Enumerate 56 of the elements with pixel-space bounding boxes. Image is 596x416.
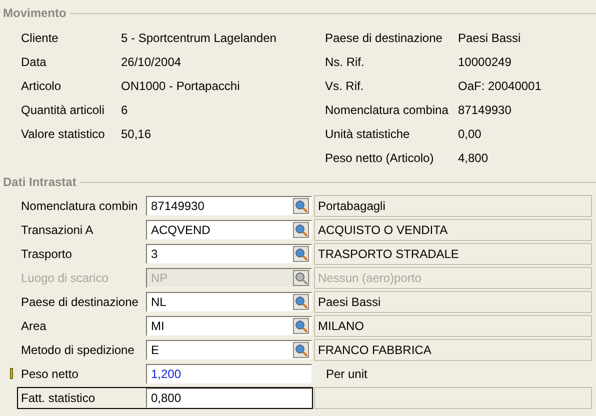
search-icon[interactable]	[293, 222, 309, 238]
input-field[interactable]: 0,800	[146, 388, 312, 408]
description-field: Paesi Bassi	[314, 291, 592, 313]
unit-label: Per unit	[326, 366, 368, 383]
input-field[interactable]: NL	[146, 292, 312, 312]
field-value: 4,800	[458, 150, 488, 167]
field-label: Trasporto	[20, 246, 73, 263]
field-label: Transazioni A	[20, 222, 94, 239]
description-field: ACQUISTO O VENDITA	[314, 219, 592, 241]
field-label: Nomenclatura combina	[325, 102, 450, 119]
section-title: Dati Intrastat	[3, 174, 76, 191]
input-field[interactable]: E	[146, 340, 312, 360]
search-icon[interactable]	[293, 198, 309, 214]
field-label: Peso netto	[20, 366, 80, 383]
field-label: Cliente	[21, 30, 60, 47]
section-title: Movimento	[3, 5, 66, 22]
field-label: Paese di destinazione	[325, 30, 444, 47]
field-label: Articolo	[21, 78, 62, 95]
field-label: Quantità articoli	[21, 102, 106, 119]
field-label: Paese di destinazione	[20, 294, 140, 311]
field-value: 26/10/2004	[121, 54, 182, 71]
search-icon[interactable]	[293, 342, 309, 358]
description-field: FRANCO FABBRICA	[314, 339, 592, 361]
field-value: OaF: 20040001	[458, 78, 542, 95]
description-field: Portabagagli	[314, 195, 592, 217]
field-label: Fatt. statistico	[20, 390, 96, 407]
input-field[interactable]: 3	[146, 244, 312, 264]
field-label: Nomenclatura combin	[20, 198, 139, 215]
search-icon[interactable]	[293, 294, 309, 310]
search-icon[interactable]	[293, 246, 309, 262]
field-label: Peso netto (Articolo)	[325, 150, 435, 167]
input-field[interactable]: 1,200	[146, 364, 312, 384]
field-label: Luogo di scarico	[20, 270, 110, 287]
search-icon[interactable]	[293, 318, 309, 334]
field-value: 6	[121, 102, 128, 119]
description-field: MILANO	[314, 315, 592, 337]
description-field: Nessun (aero)porto	[314, 267, 592, 289]
field-label: Vs. Rif.	[325, 78, 365, 95]
input-field[interactable]: MI	[146, 316, 312, 336]
field-value: ON1000 - Portapacchi	[121, 78, 240, 95]
field-value: 0,00	[458, 126, 482, 143]
field-label: Data	[21, 54, 48, 71]
field-label: Valore statistico	[21, 126, 106, 143]
field-value: 5 - Sportcentrum Lagelanden	[121, 30, 276, 47]
field-value: 10000249	[458, 54, 512, 71]
field-label: Metodo di spedizione	[20, 342, 136, 359]
field-value: Paesi Bassi	[458, 30, 521, 47]
field-value: 87149930	[458, 102, 512, 119]
field-label: Area	[20, 318, 48, 335]
required-marker	[10, 368, 13, 379]
field-value: 50,16	[121, 126, 152, 143]
field-label: Unità statistiche	[325, 126, 411, 143]
field-label: Ns. Rif.	[325, 54, 366, 71]
input-field[interactable]: 87149930	[146, 196, 312, 216]
input-field[interactable]: ACQVEND	[146, 220, 312, 240]
description-field: TRASPORTO STRADALE	[314, 243, 592, 265]
